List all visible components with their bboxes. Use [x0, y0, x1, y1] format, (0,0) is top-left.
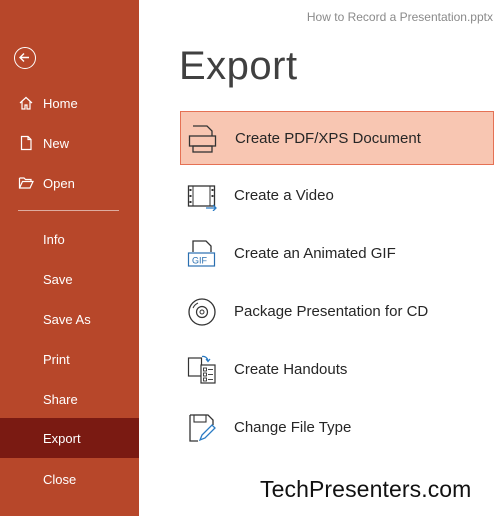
back-arrow-icon[interactable] — [14, 47, 36, 69]
export-option-label: Package Presentation for CD — [234, 303, 429, 320]
export-option-change-file-type[interactable]: Change File Type — [180, 401, 494, 455]
sidebar-item-label: Open — [43, 175, 75, 191]
export-option-label: Create Handouts — [234, 361, 348, 378]
export-option-package-cd[interactable]: Package Presentation for CD — [180, 285, 494, 339]
sidebar-item-export[interactable]: Export — [0, 418, 139, 458]
svg-text:GIF: GIF — [192, 256, 208, 266]
sidebar-item-label: Export — [43, 430, 81, 446]
sidebar-item-label: Save As — [43, 311, 91, 327]
export-option-label: Create a Video — [234, 187, 334, 204]
sidebar-item-print[interactable]: Print — [0, 339, 139, 379]
open-folder-icon — [18, 175, 34, 191]
backstage-sidebar: Home New Open Info Save Save As Print Sh… — [0, 0, 139, 516]
sidebar-item-label: Print — [43, 351, 70, 367]
video-icon — [186, 181, 218, 212]
sidebar-divider — [18, 210, 119, 211]
sidebar-item-save[interactable]: Save — [0, 259, 139, 299]
sidebar-item-label: New — [43, 135, 70, 151]
cd-icon — [186, 297, 218, 327]
gif-icon: GIF — [186, 239, 218, 269]
change-file-type-icon — [186, 413, 218, 443]
sidebar-item-label: Close — [43, 471, 77, 487]
sidebar-item-share[interactable]: Share — [0, 379, 139, 419]
export-option-label: Change File Type — [234, 419, 352, 436]
sidebar-item-label: Save — [43, 271, 73, 287]
sidebar-item-new[interactable]: New — [0, 123, 139, 163]
export-option-create-handouts[interactable]: Create Handouts — [180, 343, 494, 397]
sidebar-item-label: Info — [43, 231, 65, 247]
sidebar-item-info[interactable]: Info — [0, 219, 139, 259]
new-document-icon — [18, 135, 34, 151]
sidebar-item-close[interactable]: Close — [0, 459, 139, 499]
sidebar-item-save-as[interactable]: Save As — [0, 299, 139, 339]
export-option-create-video[interactable]: Create a Video — [180, 169, 494, 223]
export-option-create-gif[interactable]: GIF Create an Animated GIF — [180, 227, 494, 281]
document-title: How to Record a Presentation.pptx — [306, 10, 493, 24]
export-option-label: Create an Animated GIF — [234, 245, 396, 262]
sidebar-item-open[interactable]: Open — [0, 163, 139, 203]
pdf-document-icon — [187, 124, 219, 154]
sidebar-item-label: Home — [43, 95, 78, 111]
home-icon — [18, 95, 34, 111]
handouts-icon — [186, 355, 218, 385]
watermark-text: TechPresenters.com — [260, 476, 472, 502]
page-title: Export — [179, 44, 298, 88]
export-option-label: Create PDF/XPS Document — [235, 130, 421, 147]
sidebar-item-label: Share — [43, 391, 78, 407]
export-option-create-pdf[interactable]: Create PDF/XPS Document — [180, 111, 494, 165]
sidebar-item-home[interactable]: Home — [0, 83, 139, 123]
